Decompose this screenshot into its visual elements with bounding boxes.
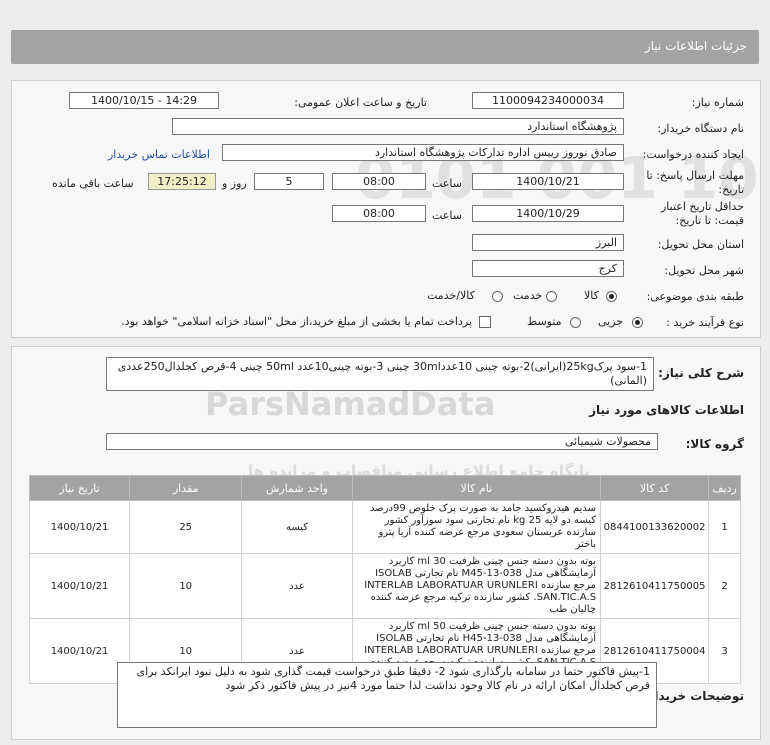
process-label: نوع فرآیند خرید :: [666, 316, 744, 329]
cell-unit: کیسه: [241, 500, 353, 554]
col-header-unit: واحد شمارش: [241, 475, 353, 501]
days-label: روز و: [222, 177, 247, 190]
treasury-payment-checkbox[interactable]: [479, 316, 491, 328]
cell-row: 2: [708, 553, 741, 619]
cell-unit: عدد: [241, 553, 353, 619]
summary-field: 1-سود پرک25kg(ایرانی)2-بوته چینی 10عدد30…: [106, 357, 654, 391]
buyer-contact-link[interactable]: اطلاعات تماس خریدار: [108, 148, 210, 161]
goods-group-label: گروه کالا:: [685, 437, 744, 451]
goods-table: ردیف کد کالا نام کالا واحد شمارش مقدار ت…: [28, 475, 741, 684]
cell-name: سدیم هیدروکسید جامد به صورت پرک خلوص 99د…: [351, 500, 602, 554]
city-label: شهر محل تحویل:: [664, 264, 744, 277]
creator-field: صادق نوروز رییس اداره تدارکات پژوهشگاه ا…: [222, 144, 624, 161]
table-header-row: ردیف کد کالا نام کالا واحد شمارش مقدار ت…: [28, 475, 741, 501]
category-option-goods-service: کالا/خدمت: [427, 289, 475, 302]
col-header-qty: مقدار: [129, 475, 243, 501]
cell-qty: 10: [129, 553, 243, 619]
cell-date: 1400/10/21: [28, 618, 131, 684]
province-label: استان محل تحویل:: [657, 238, 744, 251]
goods-section-title: اطلاعات کالاهای مورد نیاز: [589, 403, 744, 417]
col-header-row: ردیف: [708, 475, 741, 501]
summary-label: شرح کلی نیاز:: [658, 366, 744, 380]
buyer-notes-label: توضیحات خریدار:: [642, 689, 744, 703]
col-header-name: نام کالا: [351, 475, 602, 501]
process-option-minor: جزیی: [598, 315, 624, 328]
buyer-org-label: نام دستگاه خریدار:: [657, 122, 744, 135]
category-label: طبقه بندی موضوعی:: [646, 290, 744, 303]
buyer-notes-field: 1-پیش فاکتور حتما در سامانه بارگذاری شود…: [117, 662, 657, 728]
deadline-time-label: ساعت: [432, 177, 462, 190]
city-field: کرج: [472, 260, 624, 277]
treasury-payment-note: پرداخت تمام یا بخشی از مبلغ خرید،از محل …: [121, 315, 472, 328]
category-option-goods: کالا: [584, 289, 599, 302]
process-radio-minor[interactable]: [632, 317, 643, 328]
deadline-time-field: 08:00: [332, 173, 426, 190]
creator-label: ایجاد کننده درخواست:: [642, 148, 744, 161]
cell-date: 1400/10/21: [28, 553, 131, 619]
cell-row: 3: [708, 618, 741, 684]
validity-time-field: 08:00: [332, 205, 426, 222]
announce-label: تاریخ و ساعت اعلان عمومی:: [294, 96, 427, 109]
cell-row: 1: [708, 500, 741, 554]
validity-date-field: 1400/10/29: [472, 205, 624, 222]
deadline-date-field: 1400/10/21: [472, 173, 624, 190]
validity-time-label: ساعت: [432, 209, 462, 222]
remaining-time-label: ساعت باقی مانده: [52, 177, 134, 190]
process-option-medium: متوسط: [527, 315, 562, 328]
table-row[interactable]: 1 0844100133620002 سدیم هیدروکسید جامد ب…: [28, 500, 741, 554]
category-option-service: خدمت: [513, 289, 543, 302]
page-title: جزئیات اطلاعات نیاز: [644, 39, 747, 53]
buyer-org-field: پژوهشگاه استاندارد: [172, 118, 624, 135]
need-number-label: شماره نیاز:: [691, 96, 744, 109]
category-radio-goods[interactable]: [606, 291, 617, 302]
validity-label: حداقل تاریخ اعتبار: [660, 200, 744, 213]
table-row[interactable]: 2 2812610411750005 بوته بدون دسته جنس چی…: [28, 553, 741, 619]
col-header-code: کد کالا: [600, 475, 710, 501]
cell-date: 1400/10/21: [28, 500, 131, 554]
category-radio-service[interactable]: [546, 291, 557, 302]
days-remaining-field: 5: [254, 173, 324, 190]
cell-code: 2812610411750005: [600, 553, 710, 619]
cell-name: بوته بدون دسته جنس چینی ظرفیت 30 ml کارب…: [351, 553, 602, 619]
goods-group-field: محصولات شیمیائی: [106, 433, 658, 450]
category-radio-goods-service[interactable]: [492, 291, 503, 302]
province-field: البرز: [472, 234, 624, 251]
col-header-date: تاریخ نیاز: [28, 475, 131, 501]
deadline-label: مهلت ارسال پاسخ: تا: [646, 169, 744, 182]
cell-code: 0844100133620002: [600, 500, 710, 554]
remaining-time-field: 17:25:12: [148, 173, 216, 190]
page-header: جزئیات اطلاعات نیاز: [11, 30, 759, 64]
process-radio-medium[interactable]: [570, 317, 581, 328]
validity-label-date: قیمت: تا تاریخ:: [675, 214, 744, 227]
deadline-label-date: تاریخ:: [718, 183, 744, 196]
cell-qty: 25: [129, 500, 243, 554]
announce-field: 1400/10/15 - 14:29: [69, 92, 219, 109]
need-number-field: 1100094234000034: [472, 92, 624, 109]
